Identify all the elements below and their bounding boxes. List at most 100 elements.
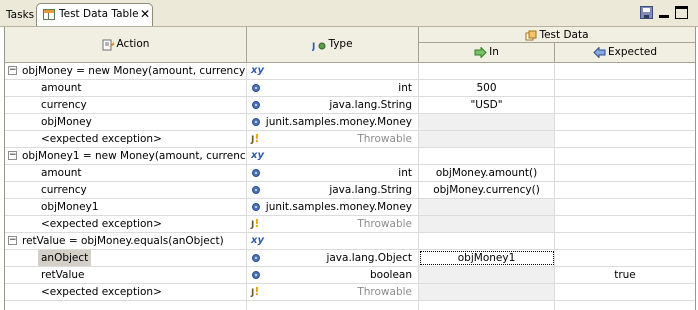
in-value-cell: [419, 114, 555, 130]
result-name: retValue: [41, 269, 85, 281]
type-header-label: Type: [328, 38, 353, 50]
view-tab-bar: Tasks Test Data Table ✕: [0, 0, 698, 27]
tab-tasks[interactable]: Tasks: [0, 4, 40, 26]
expected-value-cell[interactable]: [555, 284, 695, 300]
collapse-toggle-icon[interactable]: −: [8, 66, 17, 75]
field-icon: [252, 169, 260, 177]
tab-label: Test Data Table: [59, 8, 139, 20]
action-call: objMoney1 = new Money(amount, currency): [22, 150, 247, 162]
column-header-in[interactable]: In: [419, 43, 555, 63]
maximize-icon[interactable]: [675, 6, 688, 19]
in-value-cell[interactable]: objMoney.currency(): [419, 182, 555, 198]
collapse-toggle-icon[interactable]: −: [8, 236, 17, 245]
table-row[interactable]: amount int objMoney.amount(): [5, 165, 695, 182]
in-value-cell: [419, 284, 555, 300]
tab-test-data-table[interactable]: Test Data Table ✕: [36, 3, 153, 26]
column-header-action[interactable]: Action: [5, 27, 247, 63]
param-type: java.lang.Object: [326, 252, 412, 264]
expected-value-cell[interactable]: [555, 97, 695, 113]
method-call-icon: xy: [251, 235, 264, 246]
expected-value-cell[interactable]: [555, 216, 695, 232]
expected-value-cell[interactable]: [555, 114, 695, 130]
table-row[interactable]: objMoney1 junit.samples.money.Money: [5, 199, 695, 216]
table-row[interactable]: currency java.lang.String objMoney.curre…: [5, 182, 695, 199]
in-value-cell: [419, 131, 555, 147]
column-header-expected[interactable]: Expected: [555, 43, 695, 63]
table-row-group[interactable]: − objMoney = new Money(amount, currency)…: [5, 63, 695, 80]
table-row[interactable]: <expected exception> J! Throwable: [5, 131, 695, 148]
field-icon: [252, 118, 260, 126]
action-call: retValue = objMoney.equals(anObject): [22, 235, 224, 247]
exception-type: Throwable: [357, 286, 412, 298]
field-icon: [252, 203, 260, 211]
exception-label: <expected exception>: [41, 218, 162, 230]
exception-type: Throwable: [357, 218, 412, 230]
in-value-cell[interactable]: 500: [419, 80, 555, 96]
exception-label: <expected exception>: [41, 286, 162, 298]
column-header-test-data: Test Data: [419, 27, 695, 43]
close-icon[interactable]: ✕: [139, 8, 151, 20]
in-value-cell-focused[interactable]: objMoney1: [419, 250, 555, 266]
expected-value-cell[interactable]: [555, 199, 695, 215]
table-row[interactable]: objMoney junit.samples.money.Money: [5, 114, 695, 131]
in-header-label: In: [489, 46, 499, 58]
save-icon[interactable]: [640, 6, 653, 19]
param-name: amount: [41, 82, 82, 94]
result-type: junit.samples.money.Money: [265, 116, 412, 128]
param-name: amount: [41, 167, 82, 179]
table-row-empty: [5, 301, 695, 310]
test-data-table: Action J Type Test Data In Expected − ob…: [4, 27, 696, 310]
param-name: currency: [41, 99, 87, 111]
table-row[interactable]: <expected exception> J! Throwable: [5, 216, 695, 233]
exception-icon: J!: [251, 217, 260, 230]
field-icon: [252, 254, 260, 262]
table-row[interactable]: currency java.lang.String "USD": [5, 97, 695, 114]
expected-value-cell[interactable]: [555, 165, 695, 181]
param-type: int: [398, 167, 412, 179]
param-type: java.lang.String: [329, 99, 412, 111]
action-call: objMoney = new Money(amount, currency): [22, 65, 247, 77]
table-row-selected[interactable]: anObject java.lang.Object objMoney1: [5, 250, 695, 267]
field-icon: [252, 186, 260, 194]
table-row[interactable]: <expected exception> J! Throwable: [5, 284, 695, 301]
in-value-cell: [419, 199, 555, 215]
param-name: anObject: [38, 250, 92, 266]
column-header-type[interactable]: J Type: [247, 27, 419, 63]
collapse-toggle-icon[interactable]: −: [8, 151, 17, 160]
test-data-icon: [525, 30, 537, 40]
table-row[interactable]: retValue boolean true: [5, 267, 695, 284]
table-row[interactable]: amount int 500: [5, 80, 695, 97]
expected-value-cell[interactable]: [555, 182, 695, 198]
exception-icon: J!: [251, 132, 260, 145]
result-type: junit.samples.money.Money: [265, 201, 412, 213]
method-call-icon: xy: [251, 65, 264, 76]
test-data-header-label: Test Data: [539, 29, 589, 41]
arrow-right-icon: [474, 47, 487, 58]
expected-header-label: Expected: [608, 46, 657, 58]
result-name: objMoney1: [41, 201, 99, 213]
param-type: int: [398, 82, 412, 94]
param-name: currency: [41, 184, 87, 196]
expected-value-cell[interactable]: [555, 131, 695, 147]
action-icon: [102, 39, 114, 50]
exception-label: <expected exception>: [41, 133, 162, 145]
param-type: java.lang.String: [329, 184, 412, 196]
in-value-cell: [419, 216, 555, 232]
field-icon: [252, 101, 260, 109]
table-row-group[interactable]: − objMoney1 = new Money(amount, currency…: [5, 148, 695, 165]
field-icon: [252, 271, 260, 279]
expected-value-cell[interactable]: [555, 250, 695, 266]
svg-text:J: J: [312, 42, 315, 51]
expected-value-cell[interactable]: [555, 80, 695, 96]
field-icon: [252, 84, 260, 92]
result-name: objMoney: [41, 116, 92, 128]
result-type: boolean: [370, 269, 412, 281]
in-value-cell: [419, 267, 555, 283]
exception-type: Throwable: [357, 133, 412, 145]
in-value-cell[interactable]: objMoney.amount(): [419, 165, 555, 181]
action-header-label: Action: [116, 38, 150, 50]
minimize-icon[interactable]: [658, 6, 671, 19]
table-row-group[interactable]: − retValue = objMoney.equals(anObject) x…: [5, 233, 695, 250]
expected-value-cell[interactable]: true: [555, 267, 695, 283]
in-value-cell[interactable]: "USD": [419, 97, 555, 113]
